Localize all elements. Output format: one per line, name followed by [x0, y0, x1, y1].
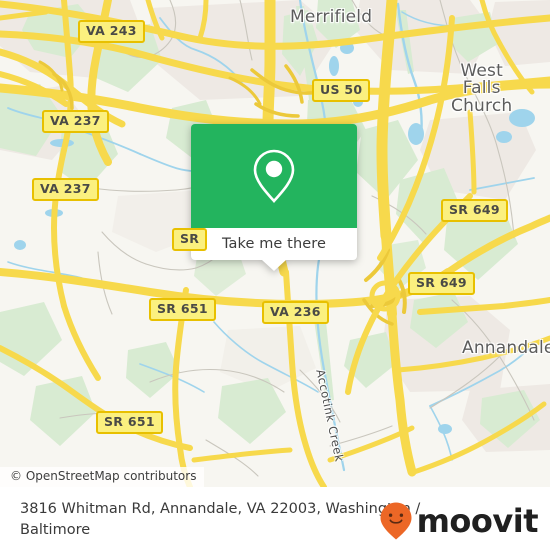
popup-header	[191, 124, 357, 228]
map-screenshot: .rd { fill:none; stroke:#f7d94c; stroke-…	[0, 0, 550, 550]
shield-va-237-south[interactable]: VA 237	[32, 178, 99, 201]
shield-va-237-north[interactable]: VA 237	[42, 110, 109, 133]
take-me-there-button[interactable]: Take me there	[222, 236, 326, 252]
moovit-wordmark: moovit	[416, 502, 539, 540]
footer-bar: 3816 Whitman Rd, Annandale, VA 22003, Wa…	[0, 487, 550, 550]
location-popup[interactable]: Take me there	[191, 124, 357, 271]
popup-footer: Take me there	[191, 228, 357, 271]
osm-attribution[interactable]: © OpenStreetMap contributors	[0, 467, 205, 487]
shield-sr-649-south[interactable]: SR 649	[408, 272, 475, 295]
moovit-pin-icon	[380, 502, 412, 540]
map-canvas[interactable]: .rd { fill:none; stroke:#f7d94c; stroke-…	[0, 0, 550, 487]
shield-sr-651-north[interactable]: SR 651	[149, 298, 216, 321]
moovit-logo[interactable]: moovit	[379, 501, 539, 541]
shield-occluded-by-popup[interactable]: SR	[172, 228, 208, 251]
address-text: 3816 Whitman Rd, Annandale, VA 22003, Wa…	[20, 501, 421, 538]
shield-sr-651-south[interactable]: SR 651	[96, 411, 163, 434]
shield-va-243[interactable]: VA 243	[78, 20, 145, 43]
shield-va-236[interactable]: VA 236	[262, 301, 329, 324]
shield-us-50[interactable]: US 50	[312, 79, 371, 102]
location-pin-icon	[253, 149, 295, 203]
popup-pointer-tail	[262, 260, 286, 271]
shield-sr-649-north[interactable]: SR 649	[441, 199, 508, 222]
